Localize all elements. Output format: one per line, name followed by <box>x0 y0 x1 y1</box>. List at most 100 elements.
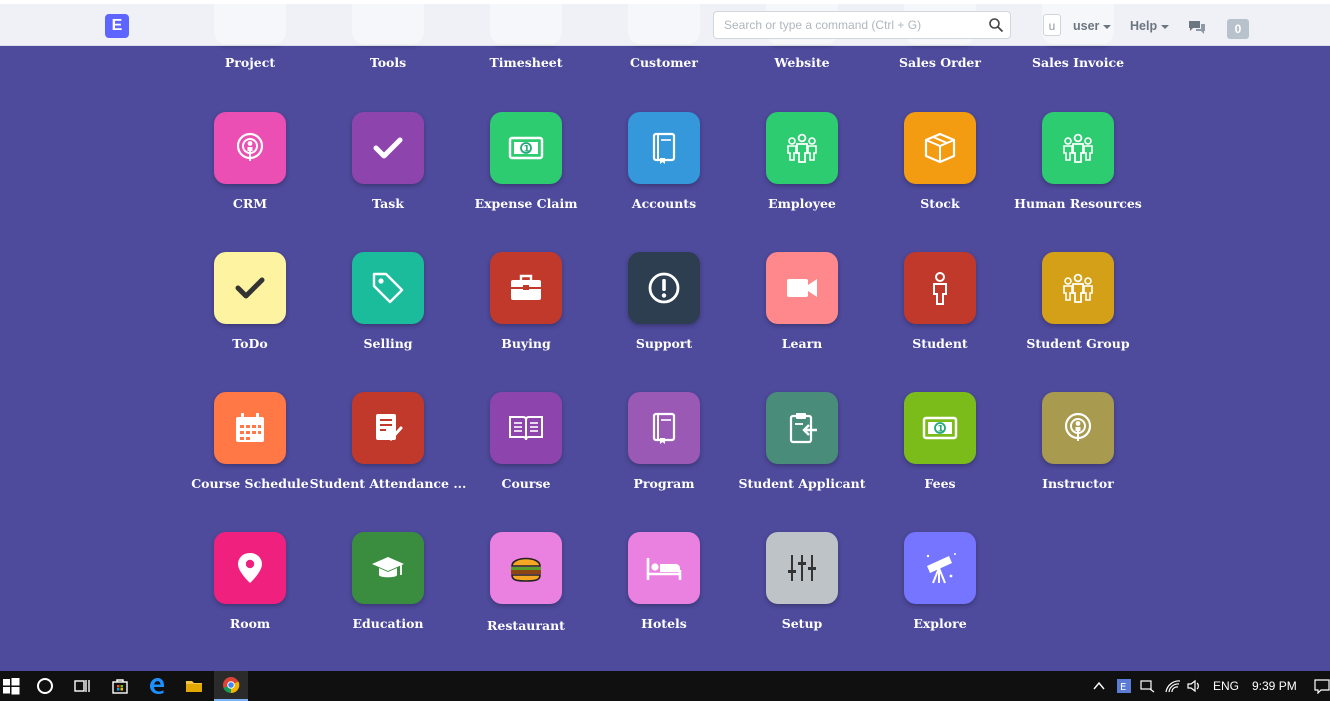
module-label: Explore <box>913 616 967 631</box>
search-input[interactable] <box>714 12 984 38</box>
calendar-icon <box>236 413 264 442</box>
svg-text:1: 1 <box>938 425 944 435</box>
network-icon[interactable] <box>1140 679 1156 693</box>
desktop-workspace: Project Tools Timesheet Customer Website Sale… <box>0 0 1330 671</box>
module-label: Sales Invoice <box>1031 55 1125 70</box>
module-icon-box[interactable] <box>628 112 700 184</box>
module-icon-box[interactable] <box>628 392 700 464</box>
svg-text:E: E <box>1120 682 1126 693</box>
volume-icon[interactable] <box>1187 679 1203 693</box>
people-icon <box>1063 133 1093 163</box>
module-icon-box[interactable] <box>766 112 838 184</box>
start-button[interactable] <box>0 671 28 701</box>
user-label: user <box>1073 19 1100 33</box>
module-icon-box[interactable] <box>766 252 838 324</box>
module-icon-box[interactable] <box>352 532 424 604</box>
box-icon <box>924 132 956 164</box>
bed-icon <box>646 558 682 580</box>
store-button[interactable] <box>103 671 137 701</box>
burger-icon <box>511 557 541 582</box>
module-icon-box[interactable] <box>490 532 562 604</box>
module-icon-box[interactable] <box>1042 392 1114 464</box>
module-icon-box[interactable] <box>214 532 286 604</box>
book-icon <box>652 412 676 444</box>
chrome-button[interactable] <box>214 671 248 701</box>
module-label: Human Resources <box>1014 196 1142 211</box>
target-icon <box>1064 412 1092 441</box>
user-menu[interactable]: user <box>1073 19 1112 33</box>
open-book-icon <box>509 416 543 441</box>
circle-icon <box>37 678 53 694</box>
wifi-icon[interactable] <box>1165 679 1181 693</box>
tag-icon <box>372 272 404 304</box>
money-icon: 1 <box>508 136 544 160</box>
chevron-up-icon[interactable] <box>1093 680 1105 692</box>
module-icon-box[interactable] <box>628 252 700 324</box>
edge-browser-icon <box>150 678 164 694</box>
module-tile-human-resources[interactable]: Human Resources <box>988 112 1168 242</box>
task-view-button[interactable] <box>65 671 99 701</box>
sliders-icon <box>788 555 816 581</box>
folder-icon <box>186 681 202 692</box>
book-icon <box>652 132 676 164</box>
people-icon <box>787 133 817 163</box>
notification-badge[interactable]: 0 <box>1227 19 1249 39</box>
module-icon-box[interactable] <box>214 252 286 324</box>
module-icon-box[interactable] <box>352 392 424 464</box>
module-icon-box[interactable]: 1 <box>490 112 562 184</box>
module-icon-box[interactable] <box>352 112 424 184</box>
module-icon-box[interactable] <box>352 252 424 324</box>
windows-taskbar: E ENG 9:39 PM <box>0 671 1330 701</box>
module-icon-box[interactable] <box>904 532 976 604</box>
check-icon <box>373 137 403 159</box>
file-explorer-button[interactable] <box>177 671 211 701</box>
module-icon-box[interactable] <box>490 252 562 324</box>
svg-text:1: 1 <box>524 145 530 155</box>
briefcase-icon <box>511 274 541 300</box>
module-label: Student Group <box>1026 336 1130 351</box>
module-tile-explore[interactable]: Explore <box>850 532 1030 662</box>
module-icon-box[interactable] <box>766 392 838 464</box>
module-icon-box[interactable] <box>904 252 976 324</box>
help-label: Help <box>1130 19 1158 33</box>
search-box[interactable] <box>713 11 1011 39</box>
navbar: E u user Help 0 <box>0 4 1330 46</box>
module-icon-box[interactable] <box>766 532 838 604</box>
module-tile-student-group[interactable]: Student Group <box>988 252 1168 382</box>
module-icon-box[interactable] <box>214 112 286 184</box>
people-icon <box>1063 273 1093 303</box>
alert-icon <box>648 272 680 304</box>
module-tile-instructor[interactable]: Instructor <box>988 392 1168 522</box>
module-icon-box[interactable] <box>904 112 976 184</box>
module-icon-box[interactable] <box>1042 112 1114 184</box>
app-tray-icon[interactable]: E <box>1116 678 1132 694</box>
module-label: Instructor <box>1042 476 1114 491</box>
person-icon <box>933 272 947 305</box>
help-menu[interactable]: Help <box>1130 19 1170 33</box>
clipboard-icon <box>789 413 817 444</box>
video-icon <box>787 279 817 297</box>
cortana-button[interactable] <box>28 671 62 701</box>
check-icon <box>235 277 265 299</box>
language-indicator[interactable]: ENG <box>1213 671 1239 701</box>
clock[interactable]: 9:39 PM <box>1252 671 1297 701</box>
module-icon-box[interactable]: 1 <box>904 392 976 464</box>
store-bag-icon <box>112 679 128 694</box>
chat-icon[interactable] <box>1188 20 1206 35</box>
module-icon-box[interactable] <box>628 532 700 604</box>
task-view-icon <box>74 680 90 692</box>
app-logo[interactable]: E <box>105 14 129 38</box>
module-icon-box[interactable] <box>214 392 286 464</box>
action-center-icon[interactable] <box>1314 679 1330 694</box>
money-icon: 1 <box>922 416 958 440</box>
location-icon <box>238 553 262 583</box>
edge-button[interactable] <box>140 671 174 701</box>
user-avatar[interactable]: u <box>1043 14 1061 36</box>
checklist-icon <box>376 414 403 442</box>
search-icon[interactable] <box>988 17 1004 33</box>
chrome-icon <box>223 677 240 694</box>
module-icon-box[interactable] <box>490 392 562 464</box>
windows-logo-icon <box>3 678 20 695</box>
module-icon-box[interactable] <box>1042 252 1114 324</box>
chevron-down-icon <box>1161 24 1170 29</box>
